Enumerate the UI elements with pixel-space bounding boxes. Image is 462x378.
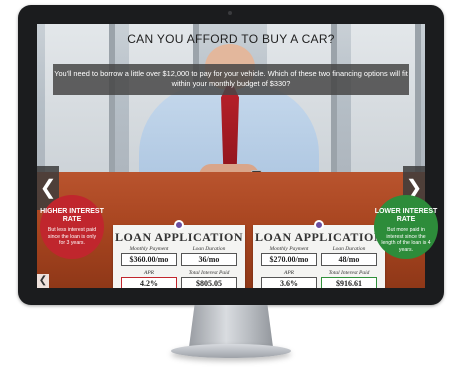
monitor-frame: CAN YOU AFFORD TO BUY A CAR? You'll need… [18,5,444,305]
total-interest-value: $916.61 [321,277,377,288]
small-prev-button[interactable]: ❮ [37,274,49,288]
monthly-payment-value: $360.00/mo [121,253,177,266]
loan-duration-label: Loan Duration [192,246,226,252]
apr-value: 4.2% [121,277,177,288]
webcam-dot [228,11,232,15]
loan-application-title: LOAN APPLICATION [254,230,384,244]
apr-field: APR 4.2% [121,270,177,288]
loan-application-title: LOAN APPLICATION [114,230,244,244]
monthly-payment-value: $270.00/mo [261,253,317,266]
loan-application-card-2[interactable]: LOAN APPLICATION Monthly Payment $270.00… [253,225,385,288]
chevron-left-icon: ❮ [39,177,57,199]
question-banner: You'll need to borrow a little over $12,… [53,64,409,95]
total-interest-label: Total Interest Paid [188,270,230,276]
total-interest-field: Total Interest Paid $805.05 [181,270,237,288]
monitor-base [171,344,291,358]
badge-body: But less interest paid since the loan is… [47,227,97,246]
hotspot-dot[interactable] [174,220,184,230]
apr-label: APR [283,270,295,276]
total-interest-field: Total Interest Paid $916.61 [321,270,377,288]
background-window [351,24,421,174]
hotspot-dot[interactable] [314,220,324,230]
loan-duration-value: 36/mo [181,253,237,266]
loan-duration-value: 48/mo [321,253,377,266]
background-window [45,24,115,174]
apr-field: APR 3.6% [261,270,317,288]
loan-duration-field: Loan Duration 48/mo [321,246,377,266]
loan-duration-label: Loan Duration [332,246,366,252]
loan-application-card-1[interactable]: LOAN APPLICATION Monthly Payment $360.00… [113,225,245,288]
badge-title: HIGHER INTEREST RATE [40,208,104,223]
monthly-payment-field: Monthly Payment $360.00/mo [121,246,177,266]
monitor-stand [188,305,274,349]
lower-interest-badge: LOWER INTEREST RATE But more paid in int… [374,195,438,259]
monthly-payment-label: Monthly Payment [269,246,309,252]
monthly-payment-field: Monthly Payment $270.00/mo [261,246,317,266]
total-interest-value: $805.05 [181,277,237,288]
badge-body: But more paid in interest since the leng… [381,227,431,253]
apr-label: APR [143,270,155,276]
total-interest-label: Total Interest Paid [328,270,370,276]
monthly-payment-label: Monthly Payment [129,246,169,252]
chevron-left-icon: ❮ [38,275,48,286]
higher-interest-badge: HIGHER INTEREST RATE But less interest p… [40,195,104,259]
badge-title: LOWER INTEREST RATE [374,208,438,223]
slide-title: CAN YOU AFFORD TO BUY A CAR? [127,32,335,46]
apr-value: 3.6% [261,277,317,288]
loan-duration-field: Loan Duration 36/mo [181,246,237,266]
